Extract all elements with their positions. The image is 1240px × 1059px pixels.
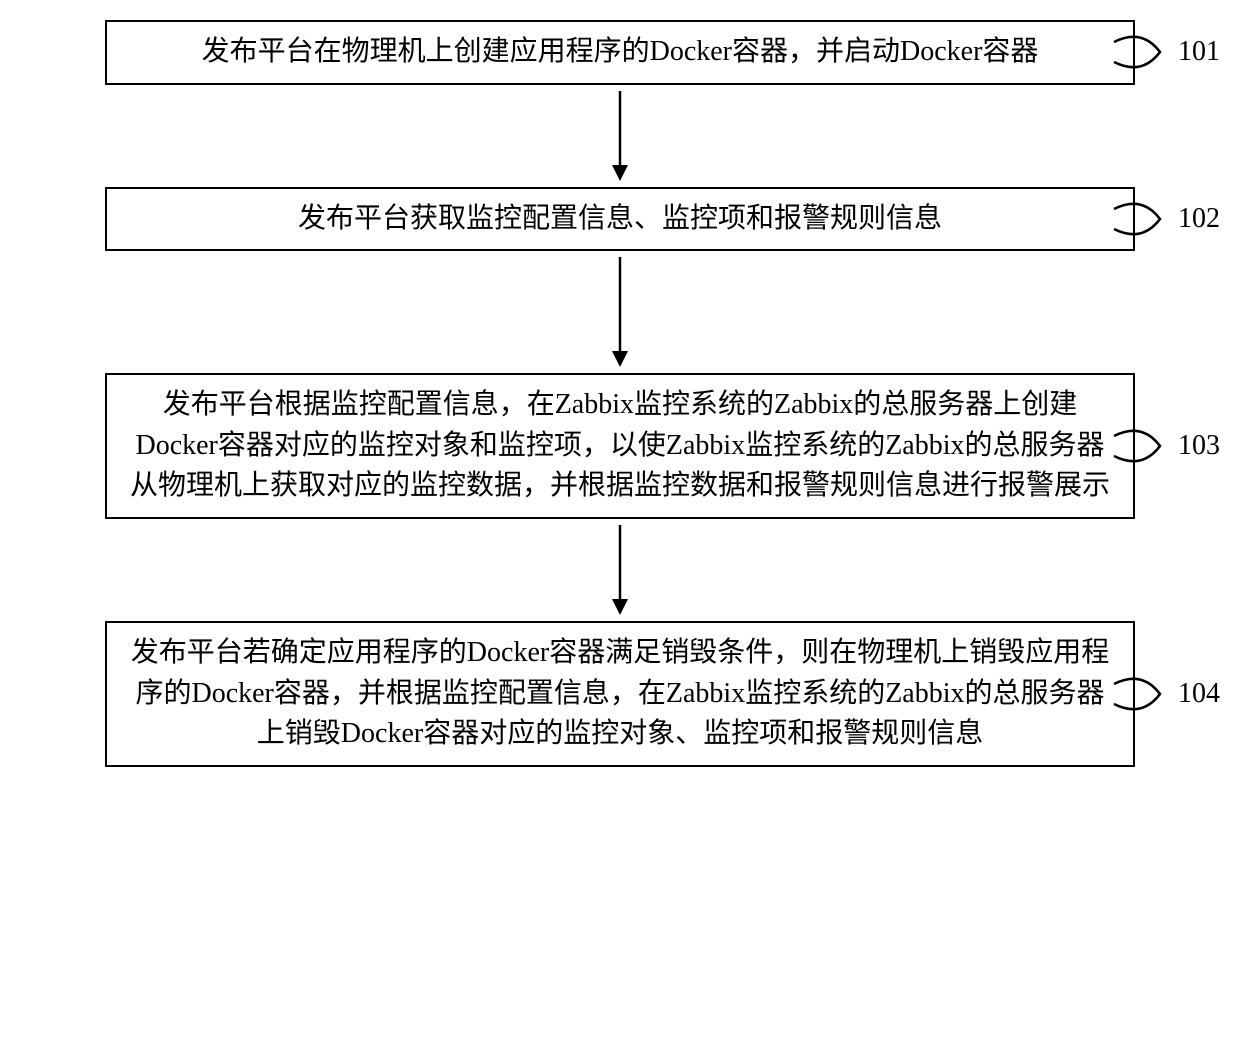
flow-row: 发布平台根据监控配置信息，在Zabbix监控系统的Zabbix的总服务器上创建D… — [20, 373, 1220, 519]
step-text: 发布平台获取监控配置信息、监控项和报警规则信息 — [298, 203, 942, 234]
step-label-104: 104 — [1112, 676, 1220, 712]
step-label-103: 103 — [1112, 428, 1220, 464]
flow-step-102: 发布平台获取监控配置信息、监控项和报警规则信息 — [105, 187, 1135, 252]
curve-connector-icon — [1112, 34, 1172, 70]
step-number: 102 — [1178, 203, 1220, 235]
flowchart: 发布平台在物理机上创建应用程序的Docker容器，并启动Docker容器 101… — [20, 20, 1220, 767]
step-number: 103 — [1178, 430, 1220, 462]
arrow-down — [20, 85, 1220, 187]
flow-row: 发布平台获取监控配置信息、监控项和报警规则信息 102 — [20, 187, 1220, 252]
step-text: 发布平台若确定应用程序的Docker容器满足销毁条件，则在物理机上销毁应用程序的… — [131, 637, 1109, 749]
flow-step-101: 发布平台在物理机上创建应用程序的Docker容器，并启动Docker容器 — [105, 20, 1135, 85]
flow-step-103: 发布平台根据监控配置信息，在Zabbix监控系统的Zabbix的总服务器上创建D… — [105, 373, 1135, 519]
curve-connector-icon — [1112, 676, 1172, 712]
curve-connector-icon — [1112, 428, 1172, 464]
step-text: 发布平台在物理机上创建应用程序的Docker容器，并启动Docker容器 — [202, 36, 1039, 67]
step-number: 104 — [1178, 678, 1220, 710]
step-label-101: 101 — [1112, 34, 1220, 70]
arrow-down — [20, 251, 1220, 373]
flow-row: 发布平台若确定应用程序的Docker容器满足销毁条件，则在物理机上销毁应用程序的… — [20, 621, 1220, 767]
curve-connector-icon — [1112, 201, 1172, 237]
step-label-102: 102 — [1112, 201, 1220, 237]
arrow-down-icon — [605, 257, 635, 367]
arrow-down-icon — [605, 525, 635, 615]
flow-row: 发布平台在物理机上创建应用程序的Docker容器，并启动Docker容器 101 — [20, 20, 1220, 85]
flow-step-104: 发布平台若确定应用程序的Docker容器满足销毁条件，则在物理机上销毁应用程序的… — [105, 621, 1135, 767]
step-number: 101 — [1178, 36, 1220, 68]
step-text: 发布平台根据监控配置信息，在Zabbix监控系统的Zabbix的总服务器上创建D… — [130, 389, 1110, 501]
arrow-down — [20, 519, 1220, 621]
arrow-down-icon — [605, 91, 635, 181]
